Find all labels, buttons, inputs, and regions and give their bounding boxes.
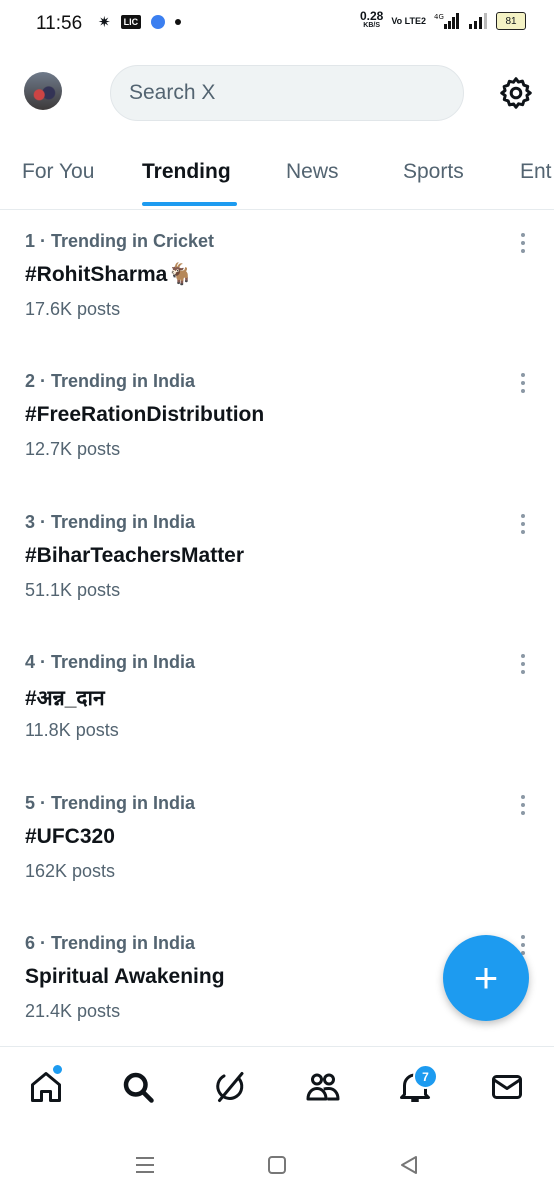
plus-icon: + <box>473 954 499 1001</box>
trend-name-text: #RohitSharma <box>25 263 168 286</box>
trend-context: 3 · Trending in India <box>25 512 196 532</box>
trend-item[interactable]: 3 · Trending in India #BiharTeachersMatt… <box>0 512 554 652</box>
trend-post-count: 21.4K posts <box>25 1001 121 1021</box>
more-options-icon[interactable] <box>518 373 528 393</box>
explore-tabs: For You Trending News Sports Ent <box>0 150 554 210</box>
trend-context: 6 · Trending in India <box>25 933 196 953</box>
search-icon[interactable] <box>120 1069 156 1105</box>
trend-name[interactable]: #RohitSharma🐐 <box>25 263 194 287</box>
compose-post-button[interactable]: + <box>443 935 529 1021</box>
trend-context: 5 · Trending in India <box>25 793 196 813</box>
trend-context: 1 · Trending in Cricket <box>25 231 215 251</box>
trend-item[interactable]: 5 · Trending in India #UFC320 162K posts <box>0 793 554 933</box>
tab-trending[interactable]: Trending <box>142 160 231 184</box>
more-notifications-dot <box>175 19 182 25</box>
search-input[interactable]: Search X <box>110 65 464 121</box>
grok-icon[interactable] <box>212 1069 248 1105</box>
tab-news[interactable]: News <box>286 160 339 184</box>
communities-icon[interactable] <box>305 1069 341 1105</box>
trend-post-count: 162K posts <box>25 861 116 881</box>
status-right-icons: 0.28 KB/S Vo LTE2 4G 81 <box>360 10 526 31</box>
bottom-nav: 7 <box>0 1046 554 1133</box>
trend-item[interactable]: 4 · Trending in India #अन्न_दान 11.8K po… <box>0 652 554 792</box>
more-options-icon[interactable] <box>518 514 528 534</box>
status-time: 11:56 <box>36 13 83 34</box>
tab-entertainment[interactable]: Ent <box>520 160 552 184</box>
more-options-icon[interactable] <box>518 233 528 253</box>
tab-for-you[interactable]: For You <box>22 160 94 184</box>
goat-emoji-icon: 🐐 <box>167 263 194 286</box>
trend-post-count: 11.8K posts <box>25 720 119 740</box>
network-speed: 0.28 KB/S <box>360 10 383 31</box>
app-notification-icon <box>151 15 166 29</box>
avatar[interactable] <box>24 72 62 110</box>
tab-sports[interactable]: Sports <box>403 160 464 184</box>
battery-icon: 81 <box>496 12 526 30</box>
trend-post-count: 17.6K posts <box>25 299 121 319</box>
trend-name[interactable]: Spiritual Awakening <box>25 965 225 989</box>
more-options-icon[interactable] <box>518 795 528 815</box>
trend-name[interactable]: #UFC320 <box>25 825 115 849</box>
back-triangle-icon[interactable] <box>398 1154 420 1176</box>
sparkle-icon: ✷ <box>98 14 111 31</box>
trend-item[interactable]: 1 · Trending in Cricket #RohitSharma🐐 17… <box>0 231 554 371</box>
trend-context: 2 · Trending in India <box>25 371 196 391</box>
trend-item[interactable]: 2 · Trending in India #FreeRationDistrib… <box>0 371 554 511</box>
trend-post-count: 12.7K posts <box>25 439 121 459</box>
more-options-icon[interactable] <box>518 654 528 674</box>
trend-name[interactable]: #अन्न_दान <box>25 684 105 712</box>
signal-4g-icon: 4G <box>434 13 459 29</box>
trend-post-count: 51.1K posts <box>25 580 121 600</box>
status-left-icons: ✷ LIC <box>98 13 182 31</box>
volte-icon: Vo LTE2 <box>391 15 426 26</box>
status-bar: 11:56 ✷ LIC 0.28 KB/S Vo LTE2 4G 81 <box>0 0 554 50</box>
system-nav-bar <box>0 1132 554 1200</box>
trend-name[interactable]: #FreeRationDistribution <box>25 403 264 427</box>
active-tab-indicator <box>142 202 237 206</box>
gear-icon[interactable] <box>498 75 534 111</box>
home-unread-dot <box>52 1064 63 1075</box>
trend-context: 4 · Trending in India <box>25 652 196 672</box>
speed-unit: KB/S <box>363 22 381 29</box>
home-square-icon[interactable] <box>266 1154 288 1176</box>
trend-name[interactable]: #BiharTeachersMatter <box>25 544 244 568</box>
svg-text:4G: 4G <box>434 13 444 21</box>
messages-icon[interactable] <box>489 1069 525 1105</box>
recent-apps-icon[interactable] <box>134 1154 156 1176</box>
signal-icon <box>469 13 487 29</box>
lic-icon: LIC <box>120 15 142 29</box>
notification-count-badge: 7 <box>413 1064 438 1089</box>
